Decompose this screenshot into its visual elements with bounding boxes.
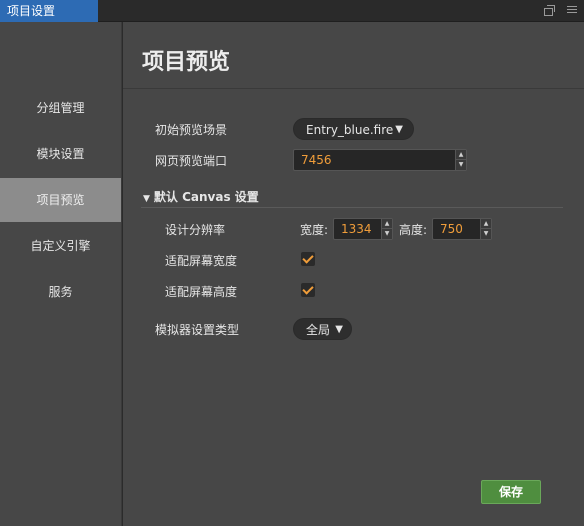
sidebar-item-custom-engine[interactable]: 自定义引擎 [0, 224, 121, 268]
section-divider [141, 207, 563, 208]
simulator-type-label: 模拟器设置类型 [155, 323, 240, 337]
initial-scene-value: Entry_blue.fire [306, 123, 394, 137]
page-title: 项目预览 [142, 50, 231, 75]
caret-down-icon: ▼ [395, 124, 403, 135]
stepper-up-icon[interactable]: ▲ [382, 219, 392, 229]
title-divider [123, 88, 584, 89]
height-stepper[interactable]: ▲ ▼ [480, 219, 491, 239]
stepper-down-icon[interactable]: ▼ [481, 229, 491, 239]
main-panel: 项目预览 初始预览场景 Entry_blue.fire ▼ 网页预览端口 745… [123, 22, 584, 526]
sidebar-item-group-management[interactable]: 分组管理 [0, 86, 121, 130]
simulator-type-value: 全局 [306, 323, 331, 337]
stepper-down-icon[interactable]: ▼ [456, 160, 466, 170]
stepper-up-icon[interactable]: ▲ [456, 150, 466, 160]
height-input[interactable]: 750 ▲ ▼ [432, 218, 492, 240]
sidebar-item-project-preview[interactable]: 项目预览 [0, 178, 121, 222]
sidebar-item-services[interactable]: 服务 [0, 270, 121, 314]
width-label: 宽度: [300, 223, 329, 237]
width-stepper[interactable]: ▲ ▼ [381, 219, 392, 239]
height-value: 750 [440, 222, 463, 236]
restore-icon[interactable] [540, 3, 556, 19]
port-label: 网页预览端口 [155, 154, 228, 168]
fit-width-label: 适配屏幕宽度 [165, 254, 238, 268]
width-value: 1334 [341, 222, 372, 236]
port-value: 7456 [301, 153, 332, 167]
canvas-section-header[interactable]: ▼ 默认 Canvas 设置 [143, 188, 259, 205]
sidebar: 分组管理 模块设置 项目预览 自定义引擎 服务 [0, 22, 122, 526]
fit-width-checkbox[interactable] [301, 252, 315, 266]
height-label: 高度: [399, 223, 428, 237]
collapse-triangle-icon: ▼ [143, 194, 150, 204]
sidebar-item-module-settings[interactable]: 模块设置 [0, 132, 121, 176]
caret-down-icon: ▼ [335, 324, 343, 335]
canvas-section-title: 默认 Canvas 设置 [153, 190, 259, 204]
port-stepper[interactable]: ▲ ▼ [455, 150, 466, 170]
stepper-down-icon[interactable]: ▼ [382, 229, 392, 239]
initial-scene-label: 初始预览场景 [155, 123, 228, 137]
fit-height-label: 适配屏幕高度 [165, 285, 238, 299]
simulator-type-select[interactable]: 全局 ▼ [293, 318, 352, 340]
stepper-up-icon[interactable]: ▲ [481, 219, 491, 229]
design-resolution-label: 设计分辨率 [165, 223, 226, 237]
port-input[interactable]: 7456 ▲ ▼ [293, 149, 467, 171]
title-bar: 项目设置 [0, 0, 584, 22]
fit-height-checkbox[interactable] [301, 283, 315, 297]
menu-icon[interactable] [564, 3, 580, 19]
save-button[interactable]: 保存 [481, 480, 541, 504]
window-title-tab[interactable]: 项目设置 [0, 0, 98, 22]
width-input[interactable]: 1334 ▲ ▼ [333, 218, 393, 240]
initial-scene-select[interactable]: Entry_blue.fire ▼ [293, 118, 414, 140]
